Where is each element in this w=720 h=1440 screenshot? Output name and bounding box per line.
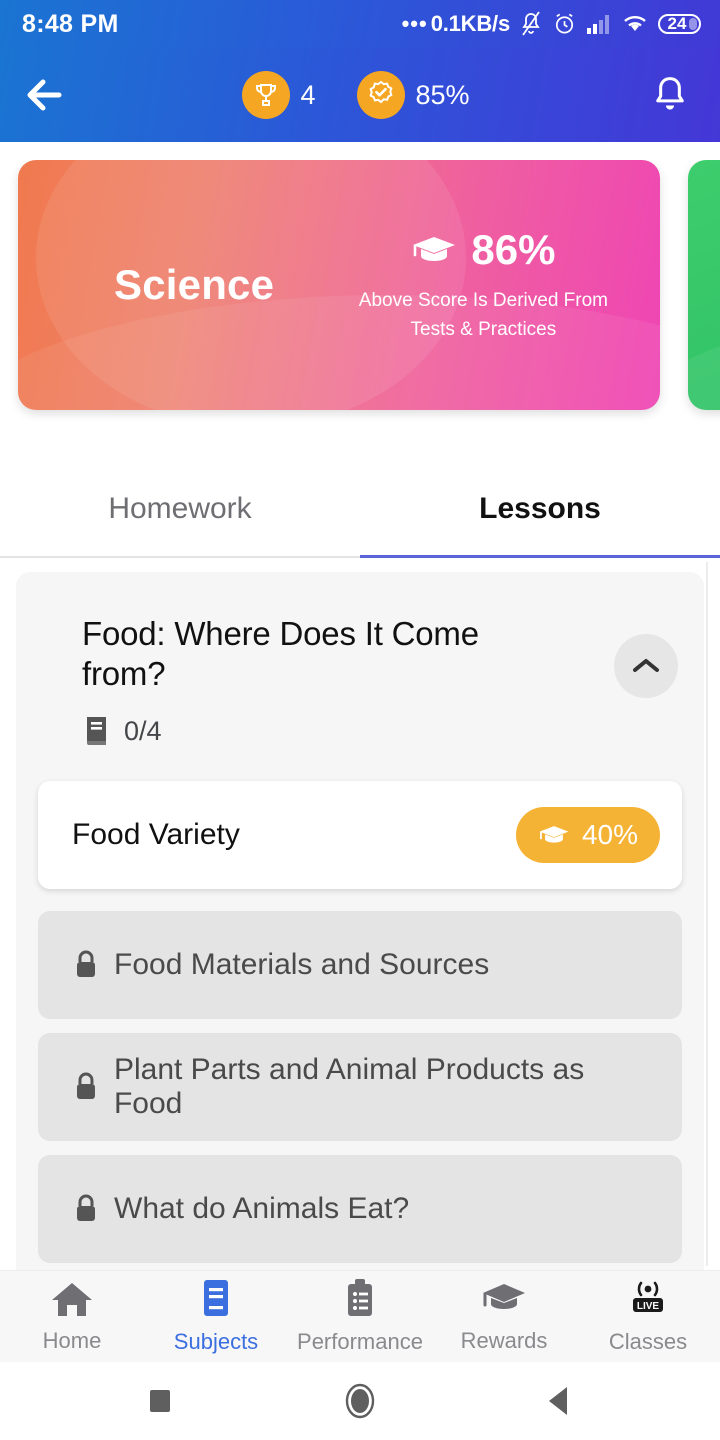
tab-homework-label: Homework [108,492,252,525]
score-stat[interactable]: 85% [357,71,470,119]
lesson-group-collapse-button[interactable] [614,634,678,698]
bell-muted-icon [519,11,543,37]
lesson-score-badge: 40% [515,807,660,864]
subject-carousel[interactable]: Science 86% Above Score Is Derived From … [0,160,720,452]
graduation-cap-icon [539,826,569,843]
arrow-left-icon [27,79,62,111]
trophy-icon-circle [242,71,291,119]
android-recents-button[interactable] [136,1377,184,1425]
tab-homework[interactable]: Homework [0,462,360,556]
lesson-score-value: 40% [581,819,638,851]
book-icon [87,717,106,746]
scrollbar[interactable] [706,562,708,1266]
app-bar: 4 85% [0,48,720,142]
status-icons: ••• 0.1KB/s 24 [402,11,702,37]
clipboard-icon [348,1279,372,1316]
circle-icon [345,1383,375,1419]
square-icon [150,1390,170,1412]
subject-card-score-block: 86% Above Score Is Derived From Tests & … [359,226,608,345]
svg-text:LIVE: LIVE [637,1301,660,1312]
notification-button[interactable] [644,69,696,121]
alarm-icon [552,11,577,37]
subject-card-title: Science [114,261,275,308]
dots-icon: ••• [401,11,428,37]
lesson-group-texts: Food: Where Does It Come from? 0/4 [82,614,614,747]
bell-icon [656,77,684,110]
battery-level: 24 [667,14,687,33]
battery-icon: 24 [658,12,702,36]
subject-card-note-line1: Above Score Is Derived From [358,289,608,311]
lock-icon [77,950,95,978]
graduation-cap-icon [413,236,456,261]
nav-label-classes: Classes [608,1329,688,1354]
lesson-item[interactable]: Food Variety 40% [38,781,682,890]
nav-label-subjects: Subjects [173,1329,259,1354]
subject-card-next[interactable] [688,160,720,410]
wifi-icon [621,13,649,35]
graduation-cap-icon [483,1284,525,1309]
subject-card-science[interactable]: Science 86% Above Score Is Derived From … [18,160,660,410]
lesson-group-card: Food: Where Does It Come from? 0/4 Food … [16,572,704,1270]
subject-card-score: 86% [471,225,556,273]
signal-icon [586,13,612,35]
lesson-item[interactable]: Food Materials and Sources [38,911,682,1020]
tab-lessons[interactable]: Lessons [360,462,720,558]
verified-badge-circle [357,71,406,119]
lessons-scroll-area[interactable]: Food: Where Does It Come from? 0/4 Food … [0,558,720,1270]
lesson-group-title: Food: Where Does It Come from? [82,615,479,692]
nav-item-home[interactable]: Home [0,1279,144,1354]
lesson-group-progress: 0/4 [82,715,592,747]
status-bar: 8:48 PM ••• 0.1KB/s 24 [0,0,720,48]
nav-item-performance[interactable]: Performance [288,1278,432,1355]
network-speed-value: 0.1KB/s [430,11,511,36]
carousel-track: Science 86% Above Score Is Derived From … [0,160,720,410]
trophy-stat[interactable]: 4 [242,71,315,119]
nav-label-home: Home [42,1328,102,1353]
status-clock: 8:48 PM [22,9,119,38]
nav-item-subjects[interactable]: Subjects [144,1278,288,1355]
subject-card-score-row: 86% [411,226,555,274]
chevron-up-icon [633,659,659,672]
lesson-item[interactable]: Plant Parts and Animal Products as Food [38,1033,682,1142]
triangle-left-icon [549,1387,567,1415]
lesson-group-progress-text: 0/4 [124,715,162,746]
card-decorative-wave [688,295,720,410]
android-home-button[interactable] [336,1377,384,1425]
trophy-icon [256,84,277,106]
nav-label-rewards: Rewards [460,1328,548,1353]
lesson-item-label: Food Variety [72,818,240,852]
nav-item-classes[interactable]: LIVE Classes [576,1278,720,1355]
back-button[interactable] [18,67,74,123]
home-icon [52,1283,92,1316]
lesson-group-header[interactable]: Food: Where Does It Come from? 0/4 [16,572,704,781]
network-speed: ••• 0.1KB/s [401,11,511,37]
score-percent: 85% [415,79,470,110]
book-icon [204,1280,228,1316]
android-navigation-bar [0,1362,720,1440]
content-tabs: Homework Lessons [0,462,720,558]
trophy-count: 4 [300,79,316,110]
tab-lessons-label: Lessons [479,492,601,525]
app-root: 8:48 PM ••• 0.1KB/s 24 4 85% Science 86%… [0,0,720,1440]
lesson-item-label: Food Materials and Sources [114,948,490,982]
lesson-item[interactable]: What do Animals Eat? [38,1155,682,1264]
app-bar-stats: 4 85% [68,71,644,119]
lesson-item-label: What do Animals Eat? [114,1192,410,1226]
nav-label-performance: Performance [297,1329,423,1354]
lesson-item-label: Plant Parts and Animal Products as Food [113,1053,585,1121]
live-broadcast-icon: LIVE [633,1281,663,1312]
lock-icon [77,1194,95,1222]
nav-item-rewards[interactable]: Rewards [432,1279,576,1354]
subject-card-note-line2: Tests & Practices [410,319,557,340]
bottom-navigation: Home Subjects Performance Rewards LIVE C… [0,1270,720,1362]
verified-badge-icon [369,80,393,104]
lock-icon [76,1072,95,1100]
android-back-button[interactable] [536,1377,584,1425]
